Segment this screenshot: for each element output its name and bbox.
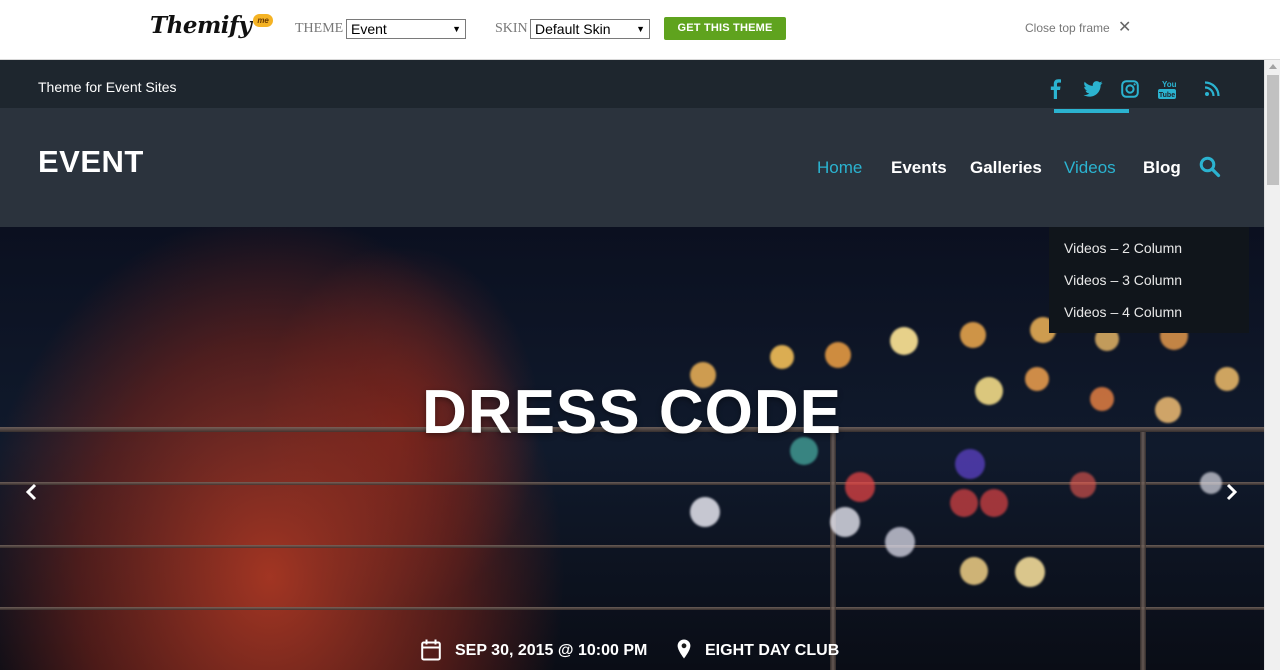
bokeh-decor	[890, 327, 918, 355]
nav-galleries[interactable]: Galleries	[970, 158, 1042, 178]
social-active-underline	[1054, 109, 1129, 113]
caret-down-icon: ▼	[452, 24, 461, 34]
bokeh-decor	[690, 497, 720, 527]
bokeh-decor	[955, 449, 985, 479]
hero-title: DRESS CODE	[422, 378, 842, 447]
event-venue: EIGHT DAY CLUB	[705, 642, 840, 659]
bokeh-decor	[830, 507, 860, 537]
bokeh-decor	[1200, 472, 1222, 494]
logo-text: Themify	[150, 12, 252, 39]
dropdown-item-videos-2-column[interactable]: Videos – 2 Column	[1064, 240, 1182, 256]
theme-select-value: Event	[351, 21, 387, 37]
railing-post-decor	[830, 432, 836, 670]
scroll-up-arrow-icon[interactable]	[1269, 64, 1277, 69]
logo-badge: me	[253, 14, 273, 27]
rss-icon[interactable]	[1200, 78, 1224, 100]
slider-next-arrow-icon[interactable]	[1221, 482, 1241, 502]
bokeh-decor	[960, 322, 986, 348]
nav-home[interactable]: Home	[817, 158, 862, 178]
railing-decor	[0, 607, 1264, 610]
youtube-icon[interactable]: Tube You	[1155, 78, 1179, 100]
search-icon[interactable]	[1199, 156, 1221, 178]
nav-videos[interactable]: Videos	[1064, 158, 1116, 178]
bokeh-decor	[950, 489, 978, 517]
location-pin-icon	[677, 639, 691, 659]
hero-event-meta: SEP 30, 2015 @ 10:00 PM EIGHT DAY CLUB	[0, 639, 1264, 669]
site-header: EVENT Home Events Galleries Videos Blog	[0, 108, 1264, 227]
site-tagline: Theme for Event Sites	[38, 79, 177, 95]
tagline-bar: Theme for Event Sites Tube You	[0, 60, 1264, 108]
bokeh-decor	[1070, 472, 1096, 498]
caret-down-icon: ▼	[636, 24, 645, 34]
get-this-theme-button[interactable]: GET THIS THEME	[664, 17, 786, 40]
facebook-icon[interactable]	[1043, 78, 1067, 100]
calendar-icon	[421, 639, 441, 661]
close-top-frame-link[interactable]: Close top frame	[1025, 21, 1110, 35]
dropdown-item-videos-4-column[interactable]: Videos – 4 Column	[1064, 304, 1182, 320]
railing-decor	[0, 545, 1264, 548]
skin-select-value: Default Skin	[535, 21, 611, 37]
svg-text:Tube: Tube	[1159, 92, 1175, 99]
scrollbar-thumb[interactable]	[1267, 75, 1279, 185]
page-scrollbar[interactable]	[1264, 60, 1280, 670]
site-preview: Theme for Event Sites Tube You EVENT Home…	[0, 60, 1264, 670]
svg-text:You: You	[1162, 80, 1177, 89]
themify-logo[interactable]: Themify me	[150, 12, 273, 46]
slider-prev-arrow-icon[interactable]	[22, 482, 42, 502]
bokeh-decor	[770, 345, 794, 369]
skin-label: SKIN	[495, 21, 528, 36]
theme-select[interactable]: Event ▼	[346, 19, 466, 39]
bokeh-decor	[825, 342, 851, 368]
bokeh-decor	[885, 527, 915, 557]
bokeh-decor	[845, 472, 875, 502]
event-date: SEP 30, 2015 @ 10:00 PM	[455, 642, 648, 659]
nav-blog[interactable]: Blog	[1143, 158, 1181, 178]
dropdown-item-videos-3-column[interactable]: Videos – 3 Column	[1064, 272, 1182, 288]
bokeh-decor	[960, 557, 988, 585]
nav-events[interactable]: Events	[891, 158, 947, 178]
skin-select[interactable]: Default Skin ▼	[530, 19, 650, 39]
bokeh-decor	[980, 489, 1008, 517]
site-title[interactable]: EVENT	[38, 144, 144, 180]
videos-dropdown-menu: Videos – 2 Column Videos – 3 Column Vide…	[1049, 227, 1249, 333]
railing-post-decor	[1140, 432, 1146, 670]
twitter-icon[interactable]	[1081, 78, 1105, 100]
close-x-icon[interactable]: ✕	[1118, 17, 1131, 37]
bokeh-decor	[1015, 557, 1045, 587]
theme-label: THEME	[295, 21, 344, 36]
instagram-icon[interactable]	[1118, 78, 1142, 100]
demo-top-frame: Themify me THEME Event ▼ SKIN Default Sk…	[0, 0, 1280, 60]
